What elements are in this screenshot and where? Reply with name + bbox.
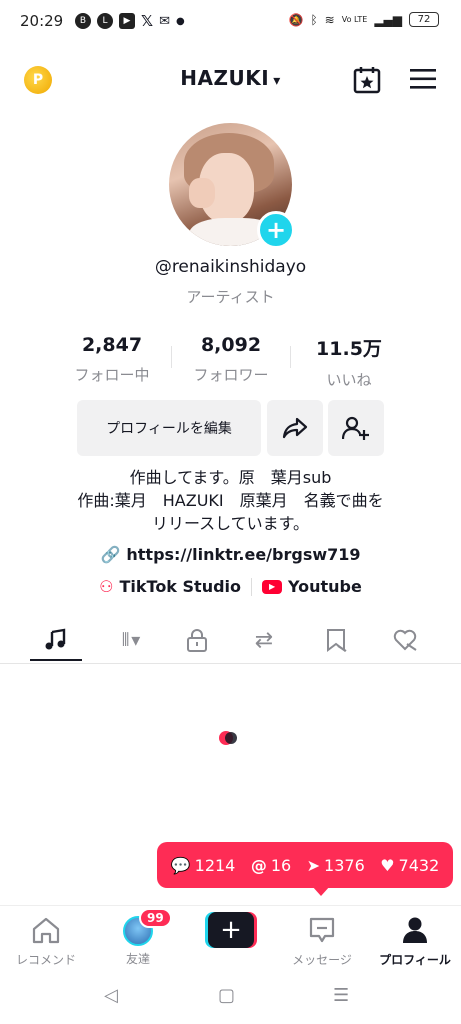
battery-indicator: 72 [409, 12, 439, 27]
add-user-icon [342, 416, 369, 440]
app-notification-icon: B [75, 13, 91, 29]
active-tab-indicator [30, 659, 82, 661]
followers-stat[interactable]: 8,092 フォロワー [171, 334, 291, 385]
tab-playlists[interactable]: ⦀ ▾ [95, 620, 165, 660]
likes-label: いいね [326, 371, 372, 389]
tiktok-studio-label: TikTok Studio [119, 577, 242, 596]
friends-badge: 99 [139, 908, 172, 928]
likes-count: 11.5万 [316, 338, 382, 360]
profile-category: アーティスト [186, 288, 275, 306]
nav-messages[interactable]: メッセージ [276, 916, 368, 968]
chevron-down-icon: ▾ [273, 73, 281, 89]
nav-messages-label: メッセージ [292, 953, 352, 967]
loading-spinner [219, 731, 237, 745]
signal-icon: ▂▄▆ [374, 12, 402, 27]
tab-private[interactable] [162, 620, 232, 660]
links-divider [251, 577, 253, 596]
volte-icon: Vo LTE [341, 15, 368, 24]
profile-links: ⚇ TikTok Studio ▶ Youtube [0, 577, 461, 596]
add-avatar-button[interactable]: + [257, 211, 295, 249]
recents-icon[interactable]: ☰ [333, 985, 349, 1006]
comments-count: 1214 [194, 855, 236, 875]
line-icon: L [97, 13, 113, 29]
account-name: HAZUKI [180, 66, 270, 90]
calendar-star-icon[interactable] [352, 65, 382, 95]
status-time: 20:29 [20, 12, 64, 30]
nav-profile-label: プロフィール [379, 953, 451, 967]
heart-hidden-icon [393, 629, 417, 651]
popup-likes: ♥ 7432 [380, 856, 439, 875]
status-system-icons: 🔕 ᛒ ≋ Vo LTE ▂▄▆ 72 [288, 12, 439, 27]
plus-icon: + [208, 912, 254, 948]
mute-icon: 🔕 [288, 12, 304, 27]
following-stat[interactable]: 2,847 フォロー中 [52, 334, 172, 385]
tab-reposts[interactable]: ⇄ [229, 620, 299, 660]
profile-icon [403, 917, 427, 943]
menu-icon[interactable] [410, 68, 436, 90]
bio-line: リリースしています。 [151, 514, 310, 533]
more-dot-icon: ● [176, 15, 185, 27]
status-notification-icons: B L ▶ 𝕏 ✉ ● [75, 12, 185, 30]
popup-pointer [312, 886, 330, 896]
repost-icon: ⇄ [254, 627, 274, 653]
heart-icon: ♥ [380, 855, 395, 875]
message-icon [309, 917, 335, 943]
comment-icon: 💬 [170, 855, 191, 875]
activity-popup[interactable]: 💬 1214 @ 16 ➤ 1376 ♥ 7432 [157, 842, 453, 888]
bio: 作曲してます。原 葉月sub 作曲:葉月 HAZUKI 原葉月 名義で曲を リリ… [30, 466, 431, 535]
wifi-icon: ≋ [324, 12, 335, 27]
likes-popup-count: 7432 [398, 855, 440, 875]
share-icon [282, 417, 308, 439]
share-profile-button[interactable] [267, 400, 323, 456]
youtube-link[interactable]: ▶ Youtube [262, 577, 362, 596]
popup-mentions: @ 16 [251, 856, 291, 875]
likes-stat[interactable]: 11.5万 いいね [289, 334, 409, 390]
nav-profile[interactable]: プロフィール [369, 916, 461, 968]
link-icon: 🔗 [100, 545, 121, 564]
create-button[interactable]: + [205, 912, 257, 948]
bookmark-hidden-icon [327, 629, 347, 652]
bio-line: 作曲してます。原 葉月sub [129, 468, 332, 487]
following-label: フォロー中 [74, 366, 150, 384]
tabs-divider [0, 663, 461, 664]
bio-line: 作曲:葉月 HAZUKI 原葉月 名義で曲を [77, 491, 384, 510]
following-count: 2,847 [81, 334, 143, 356]
tab-videos[interactable] [21, 620, 91, 660]
nav-friends-label: 友達 [125, 952, 150, 966]
lock-icon [187, 629, 207, 652]
followers-count: 8,092 [200, 334, 262, 356]
x-icon: 𝕏 [141, 12, 154, 30]
followers-label: フォロワー [193, 366, 269, 384]
music-note-icon [45, 628, 66, 650]
edit-profile-button[interactable]: プロフィールを編集 [77, 400, 261, 456]
account-switcher[interactable]: HAZUKI ▾ [0, 66, 461, 90]
avatar-hand [189, 178, 215, 208]
youtube-notification-icon: ▶ [119, 13, 135, 29]
studio-icon: ⚇ [99, 577, 114, 596]
back-icon[interactable]: ◁ [104, 985, 118, 1006]
add-friend-button[interactable] [328, 400, 384, 456]
bluetooth-icon: ᛒ [310, 12, 318, 27]
bio-link[interactable]: 🔗 https://linktr.ee/brgsw719 [0, 545, 461, 564]
send-icon: ➤ [306, 855, 321, 875]
nav-home-label: レコメンド [15, 953, 76, 967]
popup-comments: 💬 1214 [171, 856, 236, 875]
battery-level: 72 [417, 14, 431, 25]
shares-count: 1376 [324, 855, 365, 875]
youtube-icon: ▶ [262, 579, 283, 594]
tab-favorites[interactable] [301, 620, 371, 660]
tab-liked[interactable] [370, 620, 440, 660]
username: @renaikinshidayo [154, 257, 307, 277]
home-icon [32, 917, 60, 944]
mentions-count: 16 [270, 855, 292, 875]
bio-link-text: https://linktr.ee/brgsw719 [126, 545, 361, 564]
home-square-icon[interactable]: ▢ [218, 985, 235, 1006]
nav-home[interactable]: レコメンド [0, 916, 92, 968]
youtube-label: Youtube [288, 577, 362, 596]
popup-shares: ➤ 1376 [307, 856, 365, 875]
at-icon: @ [250, 855, 267, 875]
grid-icon: ⦀ ▾ [121, 629, 141, 651]
mail-icon: ✉ [159, 13, 170, 29]
tiktok-studio-link[interactable]: ⚇ TikTok Studio [99, 577, 241, 596]
